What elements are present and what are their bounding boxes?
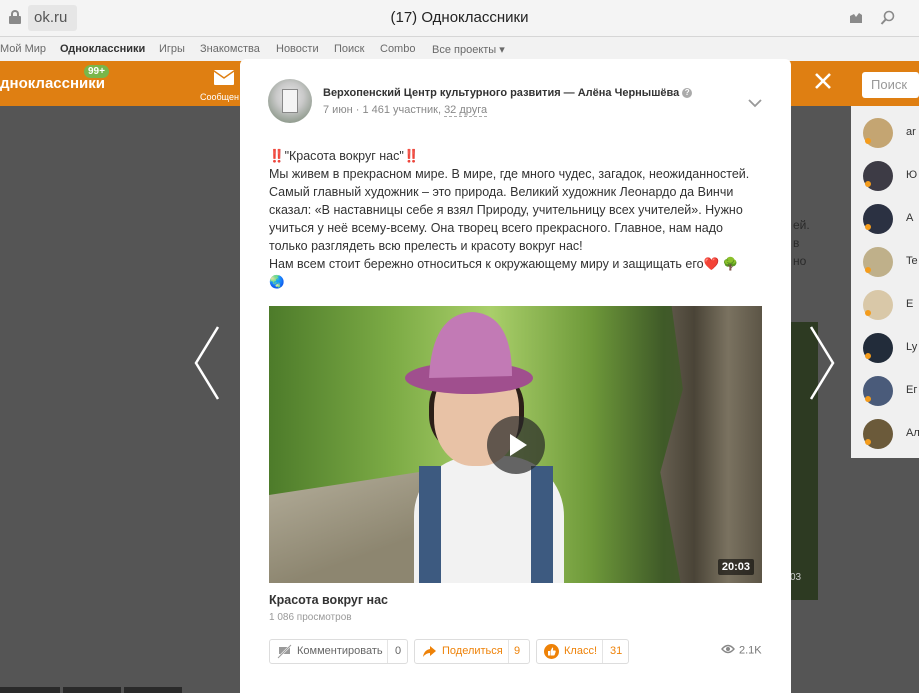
friend-name[interactable]: ar xyxy=(906,126,916,138)
friend-name[interactable]: Ег xyxy=(906,384,917,396)
chevron-down-icon[interactable] xyxy=(748,95,762,108)
nav-item-odnoklassniki[interactable]: Одноклассники xyxy=(60,43,145,55)
online-indicator xyxy=(865,353,871,359)
friend-name[interactable]: Ly xyxy=(906,341,917,353)
video-title[interactable]: Красота вокруг нас xyxy=(269,593,388,607)
online-indicator xyxy=(865,138,871,144)
post-date: 7 июн xyxy=(323,104,353,116)
online-indicator xyxy=(865,439,871,445)
taskbar-tab[interactable] xyxy=(63,687,121,693)
like-count: 31 xyxy=(610,645,623,657)
online-indicator xyxy=(865,181,871,187)
post-text-line: ‼️"Красота вокруг нас"‼️ xyxy=(269,149,420,163)
post-text-line: Нам всем стоит бережно относиться к окру… xyxy=(269,257,739,271)
video-player[interactable]: 20:03 xyxy=(269,306,762,583)
nav-item-combo[interactable]: Combo xyxy=(380,43,415,55)
video-scene-tree xyxy=(660,306,762,583)
post-modal: Верхопенский Центр культурного развития … xyxy=(240,59,791,693)
bookmark-icon[interactable] xyxy=(848,10,864,26)
arrow-left-icon[interactable] xyxy=(192,325,232,401)
nav-item-news[interactable]: Новости xyxy=(276,43,319,55)
total-views: 2.1K xyxy=(721,644,762,657)
comment-button[interactable]: Комментировать 0 xyxy=(269,639,408,664)
background-feed-text: в xyxy=(793,236,800,250)
taskbar-tab[interactable] xyxy=(0,687,60,693)
nav-item-dating[interactable]: Знакомства xyxy=(200,43,260,55)
video-scene-strap xyxy=(419,466,441,583)
site-nav: Мой Мир Одноклассники Игры Знакомства Но… xyxy=(0,37,919,61)
nav-item-all-projects[interactable]: Все проекты ▾ xyxy=(432,43,505,56)
comment-count: 0 xyxy=(395,645,402,657)
share-button[interactable]: Поделиться 9 xyxy=(414,639,530,664)
search-icon[interactable] xyxy=(880,10,896,26)
group-avatar[interactable] xyxy=(268,79,312,123)
comment-off-icon xyxy=(277,644,292,659)
post-text-line: Самый главный художник – это природа. Ве… xyxy=(269,185,734,199)
play-icon[interactable] xyxy=(487,416,545,474)
friends-online-panel: ar Ю А Te Е Ly Ег Ал xyxy=(851,106,919,458)
like-label: Класс! xyxy=(564,645,597,657)
online-indicator xyxy=(865,224,871,230)
share-label: Поделиться xyxy=(442,645,503,657)
taskbar-tab[interactable] xyxy=(124,687,182,693)
post-text: ‼️"Красота вокруг нас"‼️ Мы живем в прек… xyxy=(269,147,769,291)
post-text-line: учиться у неё всему-всему. Она творец вс… xyxy=(269,221,723,235)
friends-count[interactable]: 32 друга xyxy=(444,104,488,117)
nav-item-search[interactable]: Поиск xyxy=(334,43,364,55)
post-text-line: 🌏 xyxy=(269,275,285,289)
post-meta: 7 июн · 1 461 участник, 32 друга xyxy=(323,104,488,117)
like-button[interactable]: Класс! 31 xyxy=(536,639,629,664)
info-icon[interactable]: ? xyxy=(682,88,693,99)
nav-item-games[interactable]: Игры xyxy=(159,43,185,55)
total-views-count: 2.1K xyxy=(739,644,762,657)
arrow-right-icon[interactable] xyxy=(807,325,847,401)
post-text-line: Мы живем в прекрасном мире. В мире, где … xyxy=(269,167,750,181)
background-video-duration: 03 xyxy=(790,572,802,583)
background-feed-text: но xyxy=(793,254,807,268)
post-text-line: сказал: «В наставницы себе я взял Природ… xyxy=(269,203,743,217)
comment-label: Комментировать xyxy=(297,645,383,657)
share-arrow-icon xyxy=(422,644,437,659)
notification-badge: 99+ xyxy=(84,65,109,78)
video-duration: 20:03 xyxy=(717,559,754,575)
eye-icon xyxy=(721,644,735,657)
page-title: (17) Одноклассники xyxy=(390,9,529,26)
author-name[interactable]: Верхопенский Центр культурного развития … xyxy=(323,87,679,99)
members-count[interactable]: 1 461 участник, xyxy=(362,104,441,116)
site-search-input[interactable]: Поиск xyxy=(862,72,919,98)
post-text-line: только разглядеть всю прелесть и красоту… xyxy=(269,239,583,253)
share-count: 9 xyxy=(514,645,521,657)
friend-name[interactable]: Е xyxy=(906,298,913,310)
close-icon[interactable] xyxy=(808,66,838,96)
post-author[interactable]: Верхопенский Центр культурного развития … xyxy=(323,87,693,99)
friend-name[interactable]: Te xyxy=(906,255,918,267)
video-scene-strap xyxy=(531,466,553,583)
friend-name[interactable]: А xyxy=(906,212,913,224)
online-indicator xyxy=(865,310,871,316)
video-scene-hat xyxy=(405,312,533,394)
friend-name[interactable]: Ал xyxy=(906,427,919,439)
nav-item-my-world[interactable]: Мой Мир xyxy=(0,43,46,55)
friend-name[interactable]: Ю xyxy=(906,169,917,181)
messages-label: Сообщен xyxy=(200,92,239,102)
like-icon xyxy=(544,644,559,659)
online-indicator xyxy=(865,396,871,402)
background-feed-text: ей. xyxy=(793,218,810,232)
browser-toolbar: ok.ru (17) Одноклассники xyxy=(0,0,919,37)
video-views: 1 086 просмотров xyxy=(269,612,352,623)
online-indicator xyxy=(865,267,871,273)
envelope-icon[interactable] xyxy=(213,70,235,90)
